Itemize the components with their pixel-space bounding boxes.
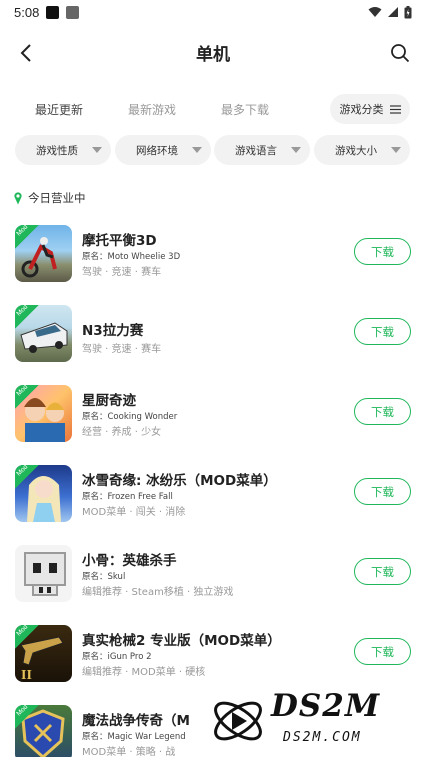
game-original-name: 原名：Moto Wheelie 3D [82,252,181,262]
category-label: 游戏分类 [339,103,384,116]
gun-icon: II Mod [15,625,72,682]
watermark-subtext: DS2M.COM [283,730,362,745]
game-tags: 经营 · 养成 · 少女 [82,427,162,438]
tab-label: 最多下载 [221,103,270,117]
game-row[interactable]: II Mod 真实枪械2 专业版（MOD菜单） 原名：iGun Pro 2 编辑… [0,623,426,683]
game-title: 小骨：英雄杀手 [82,553,177,569]
caret-down-icon [391,147,401,153]
app-header: 单机 [0,28,426,78]
game-title: 真实枪械2 专业版（MOD菜单） [82,633,281,649]
game-original-name: 原名：Magic War Legend [82,732,186,742]
signal-icon [388,7,398,17]
download-button[interactable]: 下载 [354,238,411,265]
search-button[interactable] [386,39,414,67]
download-button[interactable]: 下载 [354,558,411,585]
tab-label: 最新游戏 [128,103,177,117]
game-title: 摩托平衡3D [82,233,157,249]
status-time: 5:08 [14,4,40,20]
download-button[interactable]: 下载 [354,478,411,505]
game-original-name: 原名：iGun Pro 2 [82,652,152,662]
notification-icon [46,5,60,19]
filter-bar: 游戏性质 网络环境 游戏语言 游戏大小 [15,135,411,165]
game-row[interactable]: 小骨：英雄杀手 原名：Skul 编辑推荐 · Steam移植 · 独立游戏 下载 [0,543,426,603]
filter-label: 游戏大小 [335,144,377,157]
game-tags: MOD菜单 · 闯关 · 消除 [82,507,186,518]
game-tags: 编辑推荐 · MOD菜单 · 硬核 [82,667,206,678]
watermark-text: DS2M [271,688,381,724]
filter-label: 游戏性质 [36,144,78,157]
game-title: 冰雪奇缘: 冰纷乐（MOD菜单） [82,473,277,489]
rally-icon: Mod [15,305,72,362]
game-title: N3拉力赛 [82,323,144,339]
tab-recent-updates[interactable]: 最近更新 [35,101,84,118]
mod-badge: Mod [15,385,39,409]
svg-text:II: II [21,668,32,682]
caret-down-icon [192,147,202,153]
caret-down-icon [291,147,301,153]
page-title: 单机 [196,45,230,65]
filter-network[interactable]: 网络环境 [115,135,211,165]
game-original-name: 原名：Frozen Free Fall [82,492,173,502]
skul-icon [15,545,72,602]
mod-badge: Mod [15,705,39,729]
filter-label: 游戏语言 [235,144,277,157]
game-tags: MOD菜单 · 策略 · 战 [82,747,176,757]
game-tags: 驾驶 · 竞速 · 赛车 [82,267,162,278]
game-row[interactable]: Mod N3拉力赛 驾驶 · 竞速 · 赛车 下载 [0,303,426,363]
download-button[interactable]: 下载 [354,318,411,345]
filter-game-nature[interactable]: 游戏性质 [15,135,111,165]
wifi-icon [368,7,382,17]
frozen-icon: Mod [15,465,72,522]
location-pin-icon [14,191,22,204]
game-title: 魔法战争传奇（M [82,713,190,729]
tab-most-downloads[interactable]: 最多下载 [221,101,269,118]
game-tags: 驾驶 · 竞速 · 赛车 [82,344,162,355]
game-title: 星厨奇迹 [82,393,136,409]
game-original-name: 原名：Skul [82,572,126,582]
status-bar: 5:08 [0,0,426,24]
mod-badge: Mod [15,305,39,329]
game-category-button[interactable]: 游戏分类 [330,94,410,124]
magic-war-icon: Mod [15,705,72,757]
sort-tabs: 最近更新 最新游戏 最多下载 游戏分类 [0,94,426,126]
mod-badge: Mod [15,465,39,489]
game-row[interactable]: Mod 星厨奇迹 原名：Cooking Wonder 经营 · 养成 · 少女 … [0,383,426,443]
battery-icon [404,5,412,18]
filter-label: 网络环境 [136,144,178,157]
watermark: DS2M DS2M.COM [205,688,420,754]
menu-icon [389,104,401,114]
section-title: 今日营业中 [28,191,86,205]
game-tags: 编辑推荐 · Steam移植 · 独立游戏 [82,587,234,598]
mod-badge: Mod [15,225,39,249]
search-icon [391,44,410,63]
download-button[interactable]: 下载 [354,638,411,665]
filter-size[interactable]: 游戏大小 [314,135,410,165]
moto-icon: Mod [15,225,72,282]
download-button[interactable]: 下载 [354,398,411,425]
mod-badge: Mod [15,625,39,649]
caret-down-icon [92,147,102,153]
filter-language[interactable]: 游戏语言 [214,135,310,165]
tab-label: 最近更新 [35,103,84,117]
app-notification-icon [66,5,80,19]
watermark-logo-icon [214,701,262,741]
game-original-name: 原名：Cooking Wonder [82,412,178,422]
game-row[interactable]: Mod 冰雪奇缘: 冰纷乐（MOD菜单） 原名：Frozen Free Fall… [0,463,426,523]
tab-newest-games[interactable]: 最新游戏 [128,101,176,118]
section-header: 今日营业中 [14,190,86,206]
cooking-icon: Mod [15,385,72,442]
game-row[interactable]: Mod 摩托平衡3D 原名：Moto Wheelie 3D 驾驶 · 竞速 · … [0,223,426,283]
